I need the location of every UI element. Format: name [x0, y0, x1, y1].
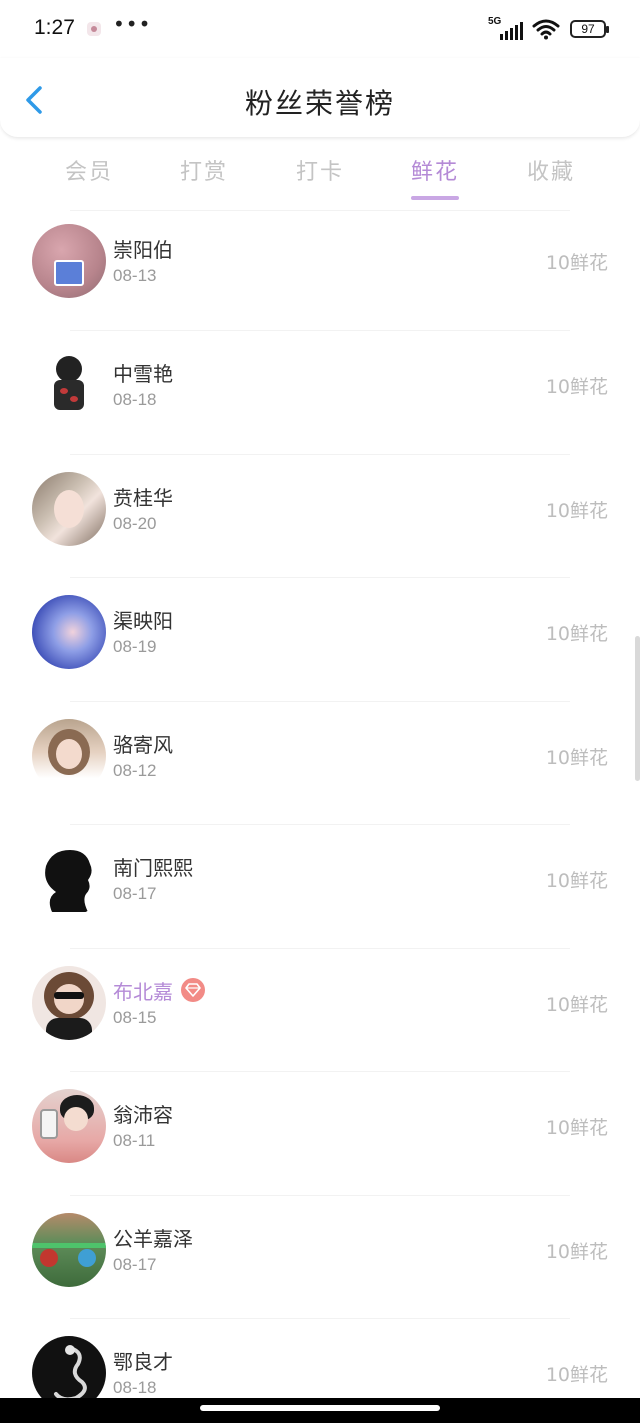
fan-date: 08-18 — [113, 1378, 157, 1397]
home-indicator[interactable] — [200, 1405, 440, 1411]
avatar[interactable] — [32, 965, 106, 1040]
fan-name: 鄂良才 — [113, 1350, 173, 1374]
list-item[interactable]: 崇阳伯 08-13 10鲜花 — [0, 210, 640, 330]
divider — [70, 1194, 570, 1196]
tab-flowers[interactable]: 鲜花 — [385, 154, 485, 200]
fan-name: 布北嘉 — [113, 979, 173, 1004]
flower-count: 10鲜花 — [545, 746, 608, 769]
avatar[interactable] — [32, 471, 106, 546]
fan-name: 贲桂华 — [113, 485, 173, 510]
notification-app-icon — [87, 22, 101, 36]
flower-count: 10鲜花 — [545, 499, 608, 522]
divider — [70, 210, 570, 211]
status-time: 1:27 — [34, 16, 75, 39]
list-item[interactable]: 渠映阳 08-19 10鲜花 — [0, 577, 640, 701]
nav-header: 粉丝荣誉榜 — [0, 58, 640, 138]
avatar[interactable] — [32, 718, 106, 793]
divider — [70, 700, 570, 702]
tab-rewards[interactable]: 打赏 — [154, 154, 254, 186]
list-item[interactable]: 中雪艳 08-18 10鲜花 — [0, 330, 640, 454]
fan-name: 崇阳伯 — [113, 238, 173, 262]
battery-icon: 97 — [570, 20, 609, 38]
active-tab-indicator — [411, 196, 459, 200]
avatar[interactable] — [32, 595, 106, 669]
fan-date: 08-19 — [113, 637, 157, 656]
flower-count: 10鲜花 — [545, 252, 608, 274]
divider — [70, 947, 570, 949]
fan-list: 崇阳伯 08-13 10鲜花 中雪艳 08-18 10鲜花 贲桂华 08-20 … — [0, 210, 640, 1400]
fan-name: 骆寄风 — [113, 732, 173, 757]
list-item[interactable]: 公羊嘉泽 08-17 10鲜花 — [0, 1194, 640, 1319]
fan-date: 08-17 — [113, 1254, 157, 1274]
fan-name: 渠映阳 — [113, 609, 173, 633]
list-item[interactable]: 贲桂华 08-20 10鲜花 — [0, 453, 640, 578]
fan-date: 08-11 — [113, 1131, 156, 1150]
avatar[interactable] — [32, 1336, 106, 1400]
list-item[interactable]: 布北嘉 08-15 10鲜花 — [0, 947, 640, 1072]
gesture-bar — [0, 1398, 640, 1423]
list-item[interactable]: 鄂良才 08-18 10鲜花 — [0, 1318, 640, 1400]
flower-count: 10鲜花 — [545, 623, 608, 645]
status-bar: 1:27 ••• 5G 97 — [0, 0, 640, 58]
fan-name: 公羊嘉泽 — [113, 1226, 193, 1251]
tab-checkin[interactable]: 打卡 — [270, 154, 370, 186]
wifi-icon — [532, 19, 560, 40]
divider — [70, 824, 570, 825]
category-tabs: 会员 打赏 打卡 鲜花 收藏 — [0, 150, 640, 206]
page-title: 粉丝荣誉榜 — [244, 87, 395, 120]
avatar[interactable] — [32, 224, 106, 298]
divider — [70, 453, 570, 455]
vip-diamond-icon — [181, 978, 205, 1002]
battery-level: 97 — [581, 22, 595, 36]
divider — [70, 577, 570, 578]
avatar[interactable] — [32, 1089, 106, 1163]
avatar[interactable] — [32, 348, 106, 422]
avatar[interactable] — [32, 842, 106, 916]
scrollbar[interactable] — [635, 636, 640, 781]
fan-name: 南门熙熙 — [113, 856, 193, 880]
fan-date: 08-12 — [113, 760, 157, 780]
status-indicators: 5G 97 — [488, 16, 609, 42]
flower-count: 10鲜花 — [545, 1240, 608, 1263]
signal-icon: 5G — [488, 16, 523, 40]
tab-flowers-label: 鲜花 — [410, 160, 459, 185]
avatar[interactable] — [32, 1212, 106, 1287]
flower-count: 10鲜花 — [545, 376, 608, 398]
silhouette-image — [45, 850, 92, 912]
divider — [70, 1071, 570, 1072]
fan-date: 08-18 — [113, 390, 157, 409]
fan-name: 翁沛容 — [113, 1103, 173, 1127]
fan-date: 08-13 — [113, 266, 157, 285]
list-item[interactable]: 翁沛容 08-11 10鲜花 — [0, 1071, 640, 1195]
tab-members[interactable]: 会员 — [39, 154, 139, 186]
list-item[interactable]: 骆寄风 08-12 10鲜花 — [0, 700, 640, 825]
divider — [70, 330, 570, 331]
flower-count: 10鲜花 — [545, 1117, 608, 1139]
flower-count: 10鲜花 — [545, 870, 608, 892]
fan-name: 中雪艳 — [113, 362, 173, 386]
fan-date: 08-20 — [113, 513, 157, 533]
dragon-image — [54, 1345, 87, 1400]
list-item[interactable]: 南门熙熙 08-17 10鲜花 — [0, 824, 640, 948]
flower-count: 10鲜花 — [545, 1364, 608, 1386]
tab-favorites[interactable]: 收藏 — [501, 154, 601, 186]
divider — [70, 1318, 570, 1319]
flower-count: 10鲜花 — [545, 993, 608, 1016]
fan-date: 08-17 — [113, 884, 157, 903]
fan-date: 08-15 — [113, 1007, 157, 1027]
more-notifications-icon: ••• — [113, 12, 152, 36]
